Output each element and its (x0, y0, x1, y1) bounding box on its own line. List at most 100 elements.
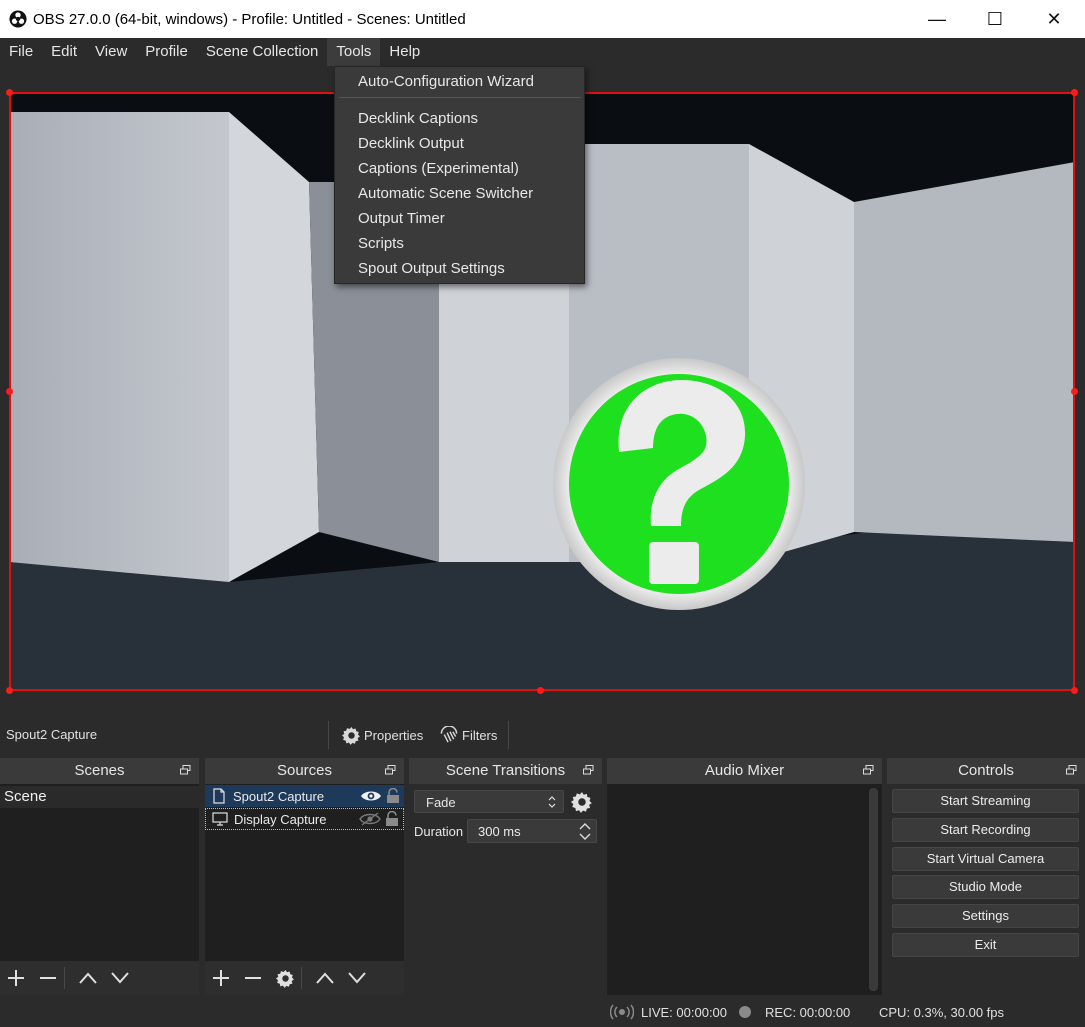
chevron-down-icon (348, 972, 366, 984)
sources-dock-title: Sources (276, 762, 333, 779)
scenes-dock-title: Scenes (74, 762, 125, 779)
resize-handle-bl[interactable] (6, 687, 13, 694)
remove-source-button[interactable] (237, 963, 269, 993)
hidden-eye-icon[interactable] (359, 811, 381, 827)
transitions-dock-header: Scene Transitions (409, 758, 602, 784)
duration-spinbox[interactable]: 300 ms (467, 819, 597, 843)
source-label: Spout2 Capture (233, 788, 325, 804)
close-icon: ✕ (1046, 8, 1062, 29)
start-virtual-camera-button[interactable]: Start Virtual Camera (892, 847, 1079, 871)
transition-properties-button[interactable] (571, 791, 593, 816)
resize-handle-l[interactable] (6, 388, 13, 395)
audio-mixer-dock: Audio Mixer (607, 758, 882, 995)
sources-list: Spout2 Capture Display Capture (205, 784, 404, 961)
move-scene-down-button[interactable] (104, 963, 136, 993)
toolbar-divider (301, 967, 309, 989)
mixer-area (607, 784, 882, 995)
add-scene-button[interactable] (0, 963, 32, 993)
toolbar-divider (64, 967, 72, 989)
maximize-button[interactable]: ☐ (966, 0, 1024, 38)
resize-handle-r[interactable] (1071, 388, 1078, 395)
minimize-button[interactable]: — (908, 0, 966, 38)
increment-icon[interactable] (578, 821, 592, 831)
menu-edit[interactable]: Edit (42, 38, 86, 66)
menu-scene-collection[interactable]: Scene Collection (197, 38, 328, 66)
source-row[interactable]: Display Capture (205, 808, 404, 830)
resize-handle-tl[interactable] (6, 89, 13, 96)
chevron-up-icon (316, 972, 334, 984)
source-properties-button[interactable] (269, 963, 301, 993)
menu-item-spout-output-settings[interactable]: Spout Output Settings (358, 260, 505, 277)
move-source-up-button[interactable] (309, 963, 341, 993)
context-divider (508, 721, 509, 749)
selected-source-label: Spout2 Capture (6, 727, 98, 742)
updown-arrows-icon (548, 796, 556, 808)
start-streaming-button[interactable]: Start Streaming (892, 789, 1079, 813)
menu-item-decklink-output[interactable]: Decklink Output (358, 135, 464, 152)
menu-item-decklink-captions[interactable]: Decklink Captions (358, 110, 478, 127)
scenes-dock: Scenes Scene (0, 758, 199, 995)
broadcast-icon (610, 1004, 634, 1020)
close-button[interactable]: ✕ (1025, 0, 1083, 38)
menu-profile[interactable]: Profile (136, 38, 197, 66)
undock-icon[interactable] (180, 765, 191, 775)
controls-dock-title: Controls (958, 762, 1014, 779)
transitions-body: Fade Duration 300 ms (409, 784, 602, 995)
start-recording-button[interactable]: Start Recording (892, 818, 1079, 842)
menu-help[interactable]: Help (380, 38, 429, 66)
title-bar: OBS 27.0.0 (64-bit, windows) - Profile: … (0, 0, 1085, 38)
filters-button[interactable]: Filters (439, 724, 497, 746)
decrement-icon[interactable] (578, 832, 592, 842)
properties-button[interactable]: Properties (342, 724, 423, 746)
menu-item-scripts[interactable]: Scripts (358, 235, 404, 252)
live-timer: LIVE: 00:00:00 (641, 1005, 728, 1020)
lock-icon[interactable] (385, 811, 399, 827)
menu-view[interactable]: View (86, 38, 136, 66)
exit-button[interactable]: Exit (892, 933, 1079, 957)
undock-icon[interactable] (385, 765, 396, 775)
chevron-up-icon (79, 972, 97, 984)
minus-icon (40, 977, 56, 979)
undock-icon[interactable] (863, 765, 874, 775)
chevron-down-icon (111, 972, 129, 984)
visibility-eye-icon[interactable] (360, 788, 382, 804)
remove-scene-button[interactable] (32, 963, 64, 993)
scene-list-item[interactable]: Scene (0, 786, 199, 808)
duration-label: Duration (414, 824, 464, 839)
status-bar: LIVE: 00:00:00 REC: 00:00:00 CPU: 0.3%, … (0, 998, 1085, 1027)
undock-icon[interactable] (583, 765, 594, 775)
menu-file[interactable]: File (0, 38, 42, 66)
source-row[interactable]: Spout2 Capture (205, 785, 404, 807)
menu-tools[interactable]: Tools (327, 38, 381, 66)
lock-icon[interactable] (386, 788, 400, 804)
file-icon (213, 788, 225, 804)
resize-handle-b[interactable] (537, 687, 544, 694)
controls-body: Start Streaming Start Recording Start Vi… (887, 784, 1085, 995)
transition-select-value: Fade (426, 795, 456, 810)
scenes-toolbar (0, 961, 199, 995)
studio-mode-button[interactable]: Studio Mode (892, 875, 1079, 899)
transition-select[interactable]: Fade (414, 790, 564, 813)
menu-bar: File Edit View Profile Scene Collection … (0, 38, 1085, 66)
resize-handle-tr[interactable] (1071, 89, 1078, 96)
move-scene-up-button[interactable] (72, 963, 104, 993)
add-source-button[interactable] (205, 963, 237, 993)
controls-dock: Controls Start Streaming Start Recording… (887, 758, 1085, 995)
mixer-scrollbar[interactable] (869, 788, 878, 991)
scene-wall-far-right (854, 162, 1075, 542)
mixer-dock-header: Audio Mixer (607, 758, 882, 784)
plus-icon (8, 970, 24, 986)
resize-handle-br[interactable] (1071, 687, 1078, 694)
menu-item-captions[interactable]: Captions (Experimental) (358, 160, 519, 177)
menu-item-scene-switcher[interactable]: Automatic Scene Switcher (358, 185, 533, 202)
menu-item-auto-config-wizard[interactable]: Auto-Configuration Wizard (358, 73, 534, 90)
duration-value: 300 ms (478, 824, 521, 839)
controls-dock-header: Controls (887, 758, 1085, 784)
undock-icon[interactable] (1066, 765, 1077, 775)
settings-button[interactable]: Settings (892, 904, 1079, 928)
filter-icon (440, 725, 458, 742)
menu-item-output-timer[interactable]: Output Timer (358, 210, 445, 227)
sources-dock-header: Sources (205, 758, 404, 784)
move-source-down-button[interactable] (341, 963, 373, 993)
tools-dropdown-menu: Auto-Configuration Wizard Decklink Capti… (334, 66, 585, 284)
